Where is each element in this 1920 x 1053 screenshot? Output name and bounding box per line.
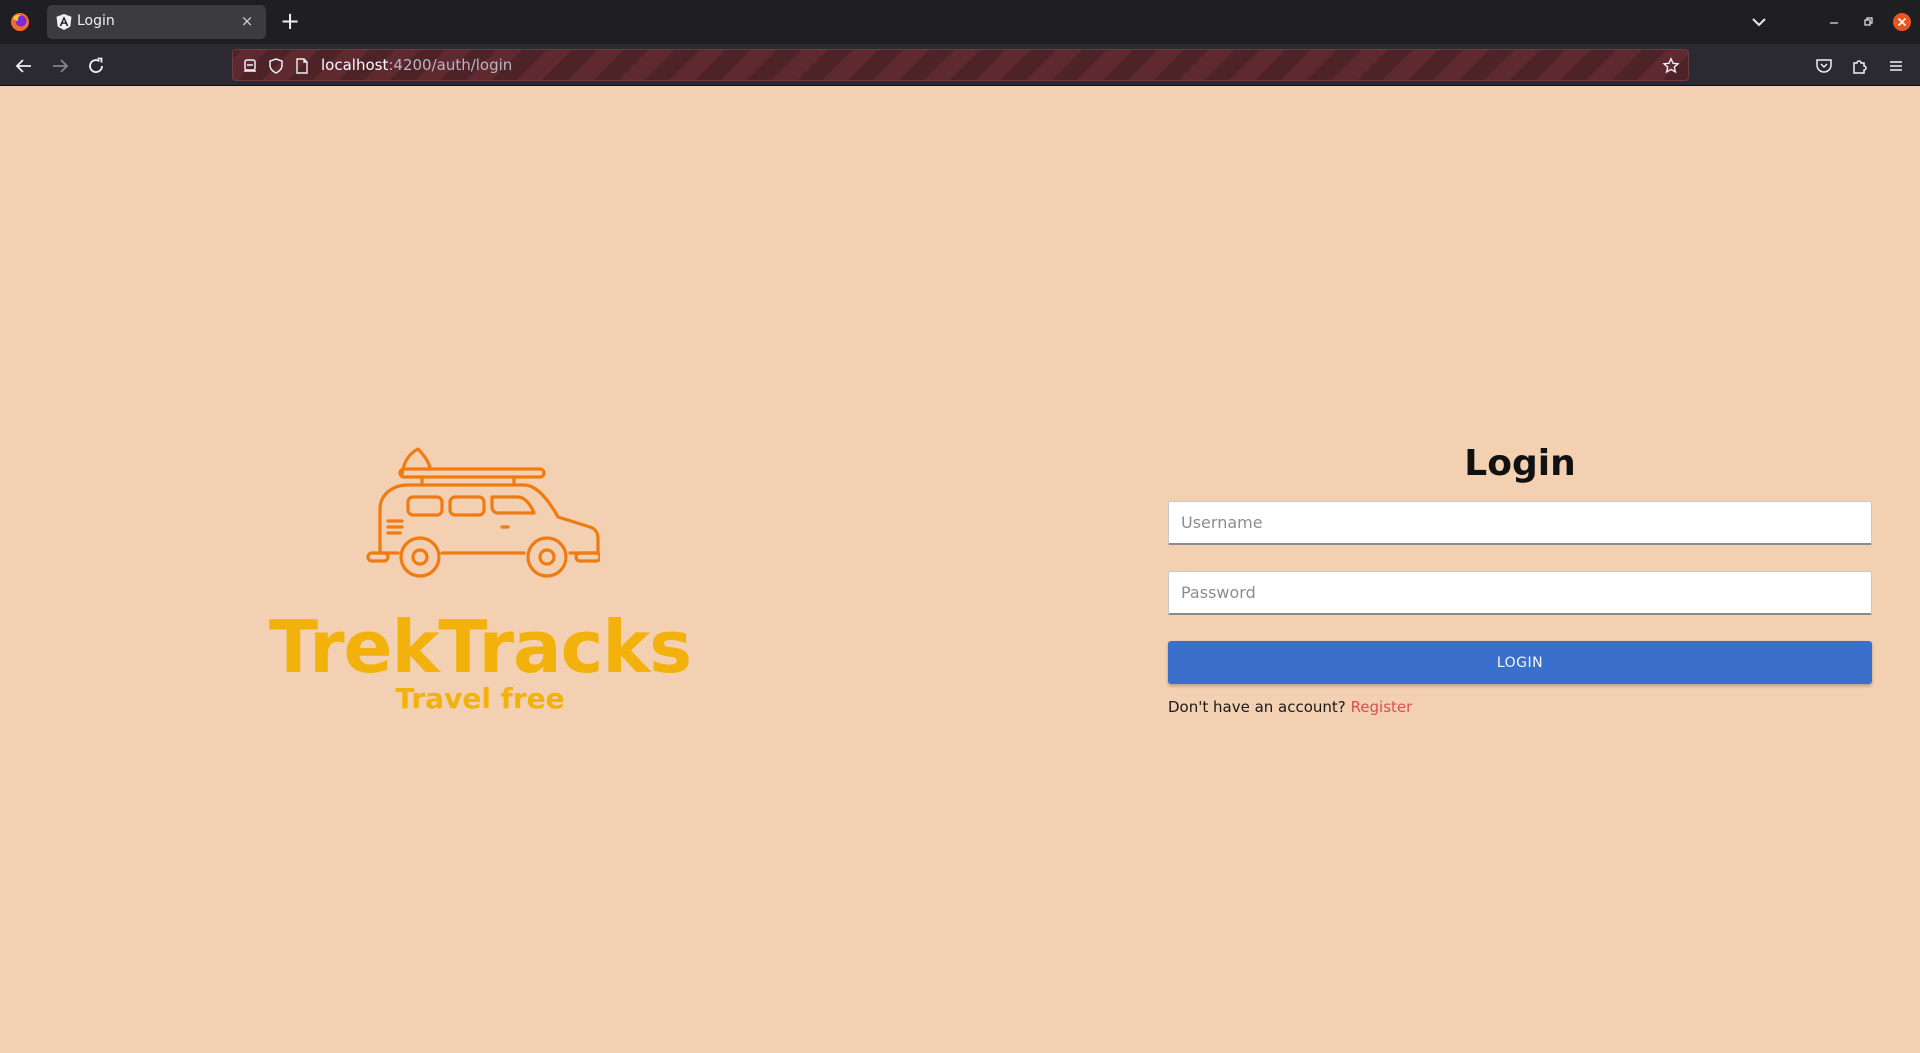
hamburger-menu-icon[interactable]	[1886, 56, 1906, 76]
navigation-toolbar: localhost:4200/auth/login	[0, 44, 1920, 86]
password-input[interactable]	[1168, 571, 1872, 615]
arrow-right-icon[interactable]	[48, 54, 72, 78]
shield-icon[interactable]	[267, 57, 285, 75]
angular-icon	[56, 14, 72, 30]
brand-tagline: Travel free	[395, 682, 565, 715]
url-path: :4200/auth/login	[388, 56, 513, 74]
tab-close-icon[interactable]: ×	[236, 10, 258, 32]
register-prompt: Don't have an account?	[1168, 698, 1346, 716]
pocket-icon[interactable]	[1814, 56, 1834, 76]
chevron-down-icon[interactable]	[1748, 12, 1770, 32]
new-tab-button[interactable]: +	[278, 8, 302, 34]
login-form: Login LOGIN Don't have an account? Regis…	[1168, 437, 1872, 716]
tracking-protection-icon[interactable]	[241, 57, 259, 75]
brand: TrekTracks Travel free	[250, 447, 710, 747]
tab-login[interactable]: Login ×	[47, 5, 266, 39]
minimize-icon[interactable]	[1824, 12, 1844, 32]
url-host: localhost	[321, 56, 389, 74]
window-close-icon[interactable]	[1892, 12, 1912, 32]
reload-icon[interactable]	[84, 54, 108, 78]
star-icon[interactable]	[1662, 57, 1680, 75]
login-button[interactable]: LOGIN	[1168, 641, 1872, 684]
login-page: TrekTracks Travel free Login LOGIN Don't…	[0, 87, 1920, 1053]
page-icon[interactable]	[293, 57, 311, 75]
firefox-logo-icon[interactable]	[10, 12, 30, 32]
brand-name: TrekTracks	[268, 605, 692, 689]
van-icon	[366, 447, 600, 578]
register-link[interactable]: Register	[1351, 698, 1413, 716]
url-text[interactable]: localhost:4200/auth/login	[321, 56, 512, 74]
username-input[interactable]	[1168, 501, 1872, 545]
tab-bar: Login × +	[0, 0, 1920, 44]
tab-title: Login	[77, 13, 115, 29]
register-line: Don't have an account? Register	[1168, 698, 1872, 716]
address-bar[interactable]: localhost:4200/auth/login	[232, 49, 1689, 81]
restore-icon[interactable]	[1858, 12, 1878, 32]
arrow-left-icon[interactable]	[12, 54, 36, 78]
puzzle-icon[interactable]	[1850, 56, 1870, 76]
login-title: Login	[1464, 443, 1576, 484]
